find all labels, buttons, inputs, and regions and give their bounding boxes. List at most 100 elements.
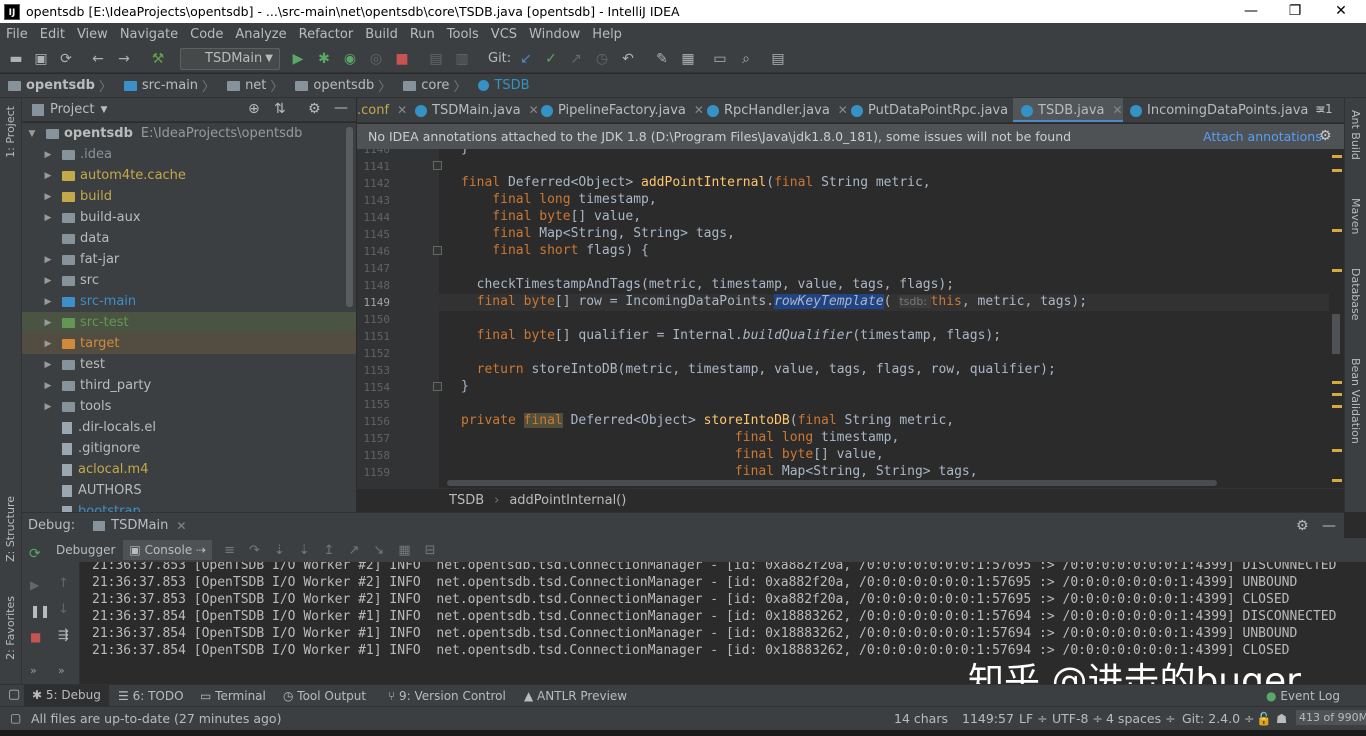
- gear-icon[interactable]: ⚙: [1319, 124, 1332, 149]
- status-icon[interactable]: ▢: [10, 711, 21, 725]
- menu-item-navigate[interactable]: Navigate: [114, 27, 184, 42]
- file-encoding[interactable]: UTF-8 ÷: [1052, 711, 1103, 726]
- tree-item[interactable]: ▶ src-test: [22, 312, 356, 333]
- hide-icon[interactable]: —: [1322, 518, 1336, 534]
- expanded-arrow-icon[interactable]: ▼: [26, 129, 38, 139]
- collapsed-arrow-icon[interactable]: ▶: [42, 318, 54, 328]
- tree-item[interactable]: .gitignore: [22, 438, 356, 459]
- debug-session-tab[interactable]: TSDMain: [111, 518, 168, 533]
- resume-icon[interactable]: ▶: [30, 578, 39, 592]
- tree-item[interactable]: ▶ .idea: [22, 144, 356, 165]
- rerun-icon[interactable]: ⟳: [29, 546, 41, 562]
- caret-position[interactable]: 1149:57: [962, 711, 1014, 726]
- tree-item[interactable]: ▶ build: [22, 186, 356, 207]
- tree-item[interactable]: ▶ autom4te.cache: [22, 165, 356, 186]
- collapsed-arrow-icon[interactable]: ▶: [42, 171, 54, 181]
- locate-icon[interactable]: ⊕: [248, 101, 260, 117]
- editor-tab[interactable]: RpcHandler.java ✕: [699, 98, 848, 122]
- collapse-icon[interactable]: ⇅: [274, 101, 286, 117]
- tab-version-control[interactable]: ⑂ 9: Version Control: [388, 689, 506, 703]
- project-structure-icon[interactable]: ▦: [680, 51, 696, 67]
- run-configuration-select[interactable]: TSDMain ▼: [180, 48, 280, 70]
- collapsed-arrow-icon[interactable]: ▶: [42, 150, 54, 160]
- tree-item[interactable]: ▶ tools: [22, 396, 356, 417]
- tab-console[interactable]: ▣ Console ⇢: [123, 540, 213, 560]
- restore-button[interactable]: ❐: [1272, 0, 1318, 23]
- tab-debug[interactable]: ✱ 5: Debug: [24, 685, 109, 706]
- tree-item[interactable]: ▶ src: [22, 270, 356, 291]
- sdk-icon[interactable]: ▥: [454, 51, 470, 67]
- debug-step-icons[interactable]: ≡↷⇣⇣↥↗↘▦⊟: [224, 543, 449, 558]
- search-icon[interactable]: ⌕: [738, 51, 754, 67]
- breadcrumb-item[interactable]: core: [395, 78, 449, 93]
- save-icon[interactable]: ▣: [33, 51, 49, 67]
- tree-item[interactable]: bootstrap: [22, 501, 356, 512]
- collapsed-arrow-icon[interactable]: ▶: [42, 360, 54, 370]
- scroll-up-icon[interactable]: ↑: [58, 576, 69, 591]
- menu-item-refactor[interactable]: Refactor: [293, 27, 360, 42]
- terminal-icon[interactable]: ▭: [712, 51, 728, 67]
- menu-item-code[interactable]: Code: [184, 27, 229, 42]
- breadcrumb-item[interactable]: src-main: [116, 78, 198, 93]
- editor-tab[interactable]: TSDMain.java ✕: [407, 98, 539, 122]
- lock-icon[interactable]: 🔓: [1256, 711, 1272, 727]
- tree-item[interactable]: ▶ target: [22, 333, 356, 354]
- git-branch[interactable]: Git: 2.4.0 ÷: [1182, 711, 1255, 726]
- breadcrumb-item[interactable]: net: [219, 78, 266, 93]
- close-icon[interactable]: ✕: [176, 519, 186, 533]
- tree-item[interactable]: ▶ build-aux: [22, 207, 356, 228]
- code-editor[interactable]: 1140 1141 1142 1143 1144 1145 1146 1147 1148 1149…: [357, 149, 1344, 488]
- tree-item[interactable]: .dir-locals.el: [22, 417, 356, 438]
- tree-item[interactable]: ▶ third_party: [22, 375, 356, 396]
- collapsed-arrow-icon[interactable]: ▶: [42, 402, 54, 412]
- menu-item-file[interactable]: File: [0, 27, 34, 42]
- collapsed-arrow-icon[interactable]: ▶: [42, 276, 54, 286]
- inspector-icon[interactable]: ☗: [1276, 711, 1287, 726]
- wrench-icon[interactable]: ✎: [654, 51, 670, 67]
- project-header-label[interactable]: Project: [50, 102, 94, 117]
- pause-icon[interactable]: ❚❚: [30, 604, 50, 618]
- tree-root[interactable]: ▼ opentsdb E:\IdeaProjects\opentsdb: [22, 123, 356, 144]
- bean-validation-tool-tab[interactable]: Bean Validation: [1349, 358, 1362, 444]
- more-icon[interactable]: »: [58, 664, 65, 677]
- editor-tab[interactable]: PutDataPointRpc.java✕: [843, 98, 1026, 122]
- tab-debugger[interactable]: Debugger: [56, 543, 115, 557]
- tab-antlr-preview[interactable]: ▲ ANTLR Preview: [524, 689, 627, 703]
- git-history-icon[interactable]: ◷: [594, 51, 610, 67]
- tree-item[interactable]: AUTHORS: [22, 480, 356, 501]
- breadcrumb-item[interactable]: TSDB: [470, 78, 530, 93]
- tabs-overflow-icon[interactable]: ≡1: [1315, 102, 1333, 116]
- tab-todo[interactable]: ☰ 6: TODO: [118, 689, 184, 703]
- error-stripe[interactable]: [1329, 149, 1344, 488]
- breadcrumb-item[interactable]: opentsdb: [287, 78, 374, 93]
- git-update-icon[interactable]: ↙: [518, 51, 534, 67]
- line-separator[interactable]: LF ÷: [1019, 711, 1048, 726]
- open-folder-icon[interactable]: ▬: [8, 51, 24, 67]
- collapsed-arrow-icon[interactable]: ▶: [42, 297, 54, 307]
- git-revert-icon[interactable]: ↶: [620, 51, 636, 67]
- scroll-down-icon[interactable]: ↓: [58, 602, 69, 617]
- fold-marker-icon[interactable]: [433, 161, 442, 170]
- database-tool-tab[interactable]: Database: [1349, 268, 1362, 321]
- build-hammer-icon[interactable]: ⚒: [150, 51, 166, 67]
- menu-item-window[interactable]: Window: [523, 27, 586, 42]
- menu-item-build[interactable]: Build: [359, 27, 404, 42]
- minimize-button[interactable]: —: [1228, 0, 1274, 23]
- breadcrumb-item[interactable]: opentsdb: [0, 78, 95, 93]
- chevron-down-icon[interactable]: ▼: [100, 105, 107, 115]
- editor-tab[interactable]: IncomingDataPoints.java ✕: [1122, 98, 1326, 122]
- memory-indicator[interactable]: 413 of 990M: [1296, 710, 1366, 725]
- collapsed-arrow-icon[interactable]: ▶: [42, 213, 54, 223]
- git-commit-icon[interactable]: ✓: [543, 51, 559, 67]
- stop-icon[interactable]: ■: [394, 51, 410, 67]
- tree-item[interactable]: aclocal.m4: [22, 459, 356, 480]
- editor-tab[interactable]: PipelineFactory.java ✕: [533, 98, 704, 122]
- debug-icon[interactable]: ✱: [316, 51, 332, 67]
- gear-icon[interactable]: ⚙: [308, 101, 321, 117]
- horizontal-scrollbar[interactable]: [447, 480, 1217, 486]
- menu-item-run[interactable]: Run: [404, 27, 441, 42]
- hide-icon[interactable]: —: [334, 100, 348, 116]
- scrollbar[interactable]: [346, 127, 353, 307]
- sync-icon[interactable]: ⟳: [58, 51, 74, 67]
- forward-icon[interactable]: →: [116, 51, 132, 67]
